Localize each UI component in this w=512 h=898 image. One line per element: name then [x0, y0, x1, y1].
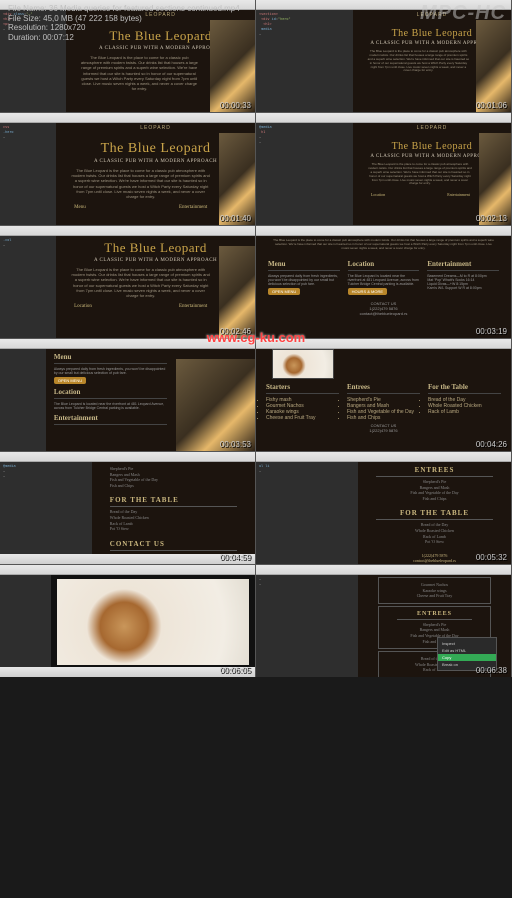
col-ent-title: Entertainment	[427, 260, 499, 271]
nav-location[interactable]: Location	[371, 192, 385, 197]
timestamp: 00:06:05	[220, 666, 251, 675]
open-menu-button[interactable]: OPEN MENU	[268, 288, 300, 295]
timestamp: 00:06:38	[476, 666, 507, 675]
file-metadata-overlay: File Name: 36 Media queries for featured…	[0, 0, 512, 48]
thumb-5[interactable]: .col… The Blue Leopard A Classic Pub wit…	[0, 226, 255, 338]
thumb-11[interactable]: 00:06:05	[0, 565, 255, 677]
entrees-title: Entrees	[347, 383, 420, 394]
player-watermark: MPC-HC	[420, 2, 506, 25]
thumb-12[interactable]: …… Gourmet Nachos Karaoke wings Cheese a…	[256, 565, 511, 677]
nav-entertainment[interactable]: Entertainment	[179, 205, 207, 210]
thumb-9[interactable]: @media…… Shepherd's Pie Bangers and Mash…	[0, 452, 255, 564]
table-title: For the Table	[428, 383, 501, 394]
timestamp: 00:02:13	[476, 214, 507, 223]
thumb-8[interactable]: Starters Fishy mash Gourmet Nachos Karao…	[256, 339, 511, 451]
timestamp: 00:04:26	[476, 440, 507, 449]
timestamp: 00:00:33	[220, 101, 251, 110]
timestamp: 00:01:06	[476, 101, 507, 110]
starters-title: Starters	[266, 383, 339, 394]
thumb-10[interactable]: ul li… Entrees Shepherd's Pie Bangers an…	[256, 452, 511, 564]
thumb-4[interactable]: @media h1…… LEOPARD The Blue Leopard A C…	[256, 113, 511, 225]
hours-button[interactable]: HOURS & MORE	[348, 288, 387, 295]
col-location-title: Location	[348, 260, 420, 271]
timestamp: 00:05:32	[476, 553, 507, 562]
site-watermark: www.cg-ku.com	[0, 330, 512, 345]
thumb-3[interactable]: css.hero… LEOPARD The Blue Leopard A Cla…	[0, 113, 255, 225]
nav-menu[interactable]: Menu	[74, 205, 86, 210]
timestamp: 00:03:53	[220, 440, 251, 449]
file-duration: Duration: 00:07:12	[8, 33, 504, 43]
timestamp: 00:04:59	[220, 553, 251, 562]
thumb-7[interactable]: Menu Always prepared daily from fresh in…	[0, 339, 255, 451]
thumb-6[interactable]: The Blue Leopard is the place to come fo…	[256, 226, 511, 338]
col-menu-title: Menu	[268, 260, 340, 271]
timestamp: 00:01:40	[220, 214, 251, 223]
